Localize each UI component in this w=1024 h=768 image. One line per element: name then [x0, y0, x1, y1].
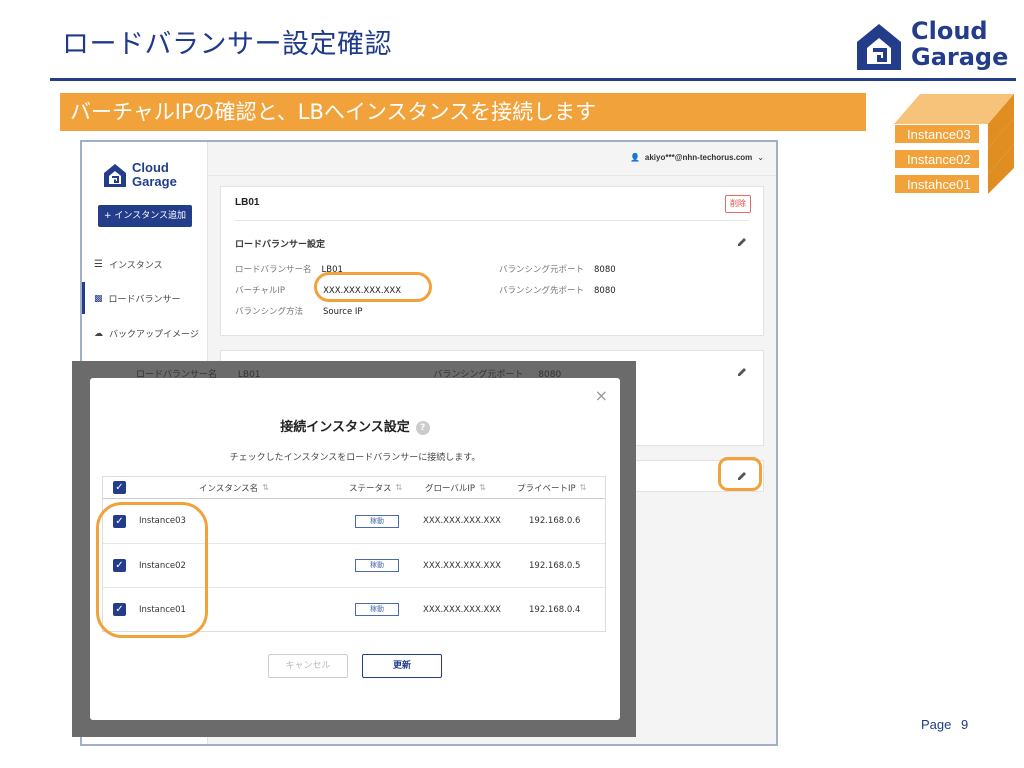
load-balancer-icon: ▩ [94, 293, 103, 304]
cloud-garage-logo: Cloud Garage [853, 17, 1013, 76]
sidebar-item-label: ロードバランサー [108, 295, 181, 305]
field-label: バーチャルIP [235, 286, 286, 296]
sidebar-logo-line1: Cloud [132, 160, 169, 175]
sidebar-item-label: バックアップイメージ [109, 330, 199, 340]
title-divider [50, 78, 1016, 81]
user-icon: 👤 [629, 153, 640, 162]
sidebar-logo[interactable]: Cloud Garage [102, 160, 192, 192]
field-label: バランシング先ポート [499, 286, 585, 296]
modal-title: 接続インスタンス設定? [90, 416, 620, 435]
col-instance-name[interactable]: インスタンス名 ⇅ [199, 477, 269, 498]
stack-label-instance03: Instance03 [894, 124, 980, 144]
pencil-edit-icon[interactable] [737, 367, 747, 377]
logo-text-line1: Cloud [911, 17, 988, 45]
card-divider [235, 220, 749, 221]
status-cell: 稼動 [355, 499, 399, 543]
sidebar-item-instances[interactable]: ☰ インスタンス [94, 258, 163, 271]
page-label: Page [921, 717, 952, 732]
instance-stack-illustration: Instance03 Instance02 Instahce01 [894, 94, 1014, 194]
modal-description: チェックしたインスタンスをロードバランサーに接続します。 [229, 453, 481, 463]
col-status[interactable]: ステータス ⇅ [349, 477, 402, 498]
add-instance-button[interactable]: + インスタンス追加 [98, 205, 192, 227]
select-all-checkbox[interactable]: ✓ [113, 477, 126, 498]
col-label: プライベートIP [517, 483, 576, 494]
global-ip: XXX.XXX.XXX.XXX [423, 516, 501, 526]
page-value: 9 [961, 717, 969, 732]
private-ip: 192.168.0.6 [529, 516, 581, 526]
field-value: 8080 [594, 265, 616, 275]
sort-icon: ⇅ [395, 483, 403, 492]
sort-icon: ⇅ [479, 483, 486, 492]
col-global-ip[interactable]: グローバルIP ⇅ [425, 477, 486, 498]
col-label: ステータス [349, 483, 392, 494]
field-label: バランシング方法 [235, 307, 304, 317]
slide-title: ロードバランサー設定確認 [62, 29, 392, 60]
table-header: ✓ インスタンス名 ⇅ ステータス ⇅ グローバルIP ⇅ プライベートIP ⇅ [103, 477, 605, 499]
status-badge: 稼動 [355, 559, 399, 572]
sidebar-item-label: インスタンス [108, 261, 163, 271]
field-balancing-method: バランシング方法 Source IP [235, 305, 363, 317]
house-logo-icon [857, 24, 901, 70]
field-dest-port: バランシング先ポート 8080 [499, 284, 616, 296]
cancel-button[interactable]: キャンセル [268, 654, 348, 678]
lb-settings-section-title: ロードバランサー設定 [235, 240, 326, 250]
page-number: Page 9 [921, 717, 968, 732]
edit-button-highlight [718, 457, 762, 491]
subtitle-banner: バーチャルIPの確認と、LBへインスタンスを接続します [60, 93, 866, 131]
status-cell: 稼動 [355, 588, 399, 631]
status-cell: 稼動 [355, 544, 399, 587]
sidebar-item-backup-image[interactable]: ☁ バックアップイメージ [94, 327, 199, 341]
sort-icon: ⇅ [262, 483, 269, 492]
sort-icon: ⇅ [579, 483, 587, 492]
private-ip: 192.168.0.4 [529, 604, 581, 615]
stack-label-instance01: Instahce01 [894, 174, 980, 194]
modal-title-text: 接続インスタンス設定 [280, 420, 410, 435]
pencil-edit-icon[interactable] [737, 237, 747, 247]
checkbox-highlight [96, 502, 208, 638]
logo-text-line2: Garage [911, 43, 1009, 71]
col-private-ip[interactable]: プライベートIP ⇅ [517, 477, 586, 498]
col-label: グローバルIP [425, 483, 476, 494]
help-icon[interactable]: ? [415, 420, 430, 435]
chevron-down-icon: ⌄ [757, 153, 764, 162]
list-icon: ☰ [94, 259, 103, 270]
active-nav-indicator [82, 282, 85, 314]
house-logo-icon [104, 164, 126, 187]
close-icon[interactable]: × [595, 386, 608, 405]
user-menu[interactable]: 👤 akiyo***@nhn-techorus.com ⌄ [630, 153, 764, 162]
field-source-port: バランシング元ポート 8080 [499, 263, 616, 275]
sidebar-item-load-balancer[interactable]: ▩ ロードバランサー [94, 292, 181, 306]
cloud-icon: ☁ [94, 328, 103, 339]
field-value: 8080 [594, 286, 616, 296]
user-email: akiyo***@nhn-techorus.com [644, 153, 753, 162]
lb-detail-card: LB01 削除 ロードバランサー設定 ロードバランサー名 LB01 バーチャルIP… [220, 186, 764, 336]
field-label: ロードバランサー名 [235, 265, 312, 275]
lb-title: LB01 [235, 197, 260, 208]
virtual-ip-highlight [314, 272, 432, 302]
status-badge: 稼動 [355, 514, 399, 528]
private-ip: 192.168.0.5 [529, 560, 581, 571]
top-bar: 👤 akiyo***@nhn-techorus.com ⌄ [208, 142, 776, 176]
sidebar-logo-line2: Garage [132, 174, 177, 189]
col-label: インスタンス名 [199, 483, 259, 494]
global-ip: XXX.XXX.XXX.XXX [423, 604, 501, 615]
delete-button[interactable]: 削除 [725, 195, 751, 213]
field-label: バランシング元ポート [499, 265, 585, 275]
stack-label-instance02: Instance02 [894, 149, 980, 169]
global-ip: XXX.XXX.XXX.XXX [423, 560, 501, 571]
checkbox-checked-icon: ✓ [113, 481, 126, 494]
status-badge: 稼動 [355, 603, 399, 616]
field-value: Source IP [323, 307, 363, 317]
update-button[interactable]: 更新 [362, 654, 442, 678]
